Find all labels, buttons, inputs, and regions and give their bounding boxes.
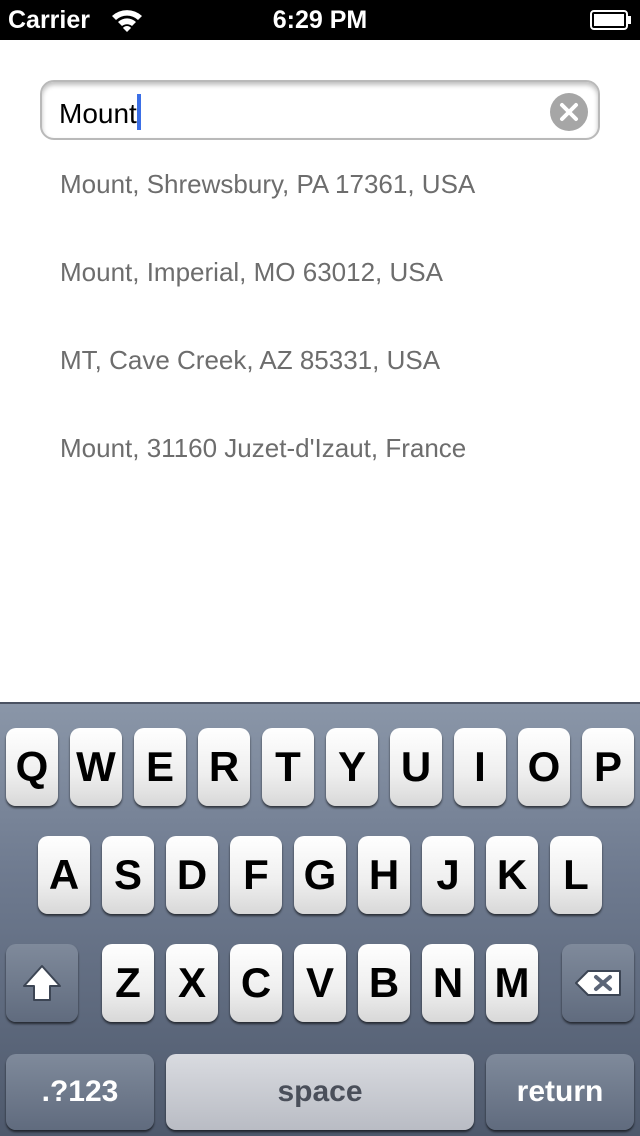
key-j[interactable]: J <box>422 836 474 914</box>
key-w[interactable]: W <box>70 728 122 806</box>
space-key[interactable]: space <box>166 1054 474 1130</box>
key-c[interactable]: C <box>230 944 282 1022</box>
status-bar: Carrier 6:29 PM <box>0 0 640 40</box>
key-y[interactable]: Y <box>326 728 378 806</box>
key-a[interactable]: A <box>38 836 90 914</box>
key-d[interactable]: D <box>166 836 218 914</box>
search-input[interactable]: Mount <box>40 80 600 140</box>
key-k[interactable]: K <box>486 836 538 914</box>
key-s[interactable]: S <box>102 836 154 914</box>
suggestion-item[interactable]: Mount, 31160 Juzet-d'Izaut, France <box>60 424 620 472</box>
key-i[interactable]: I <box>454 728 506 806</box>
search-input-text: Mount <box>59 94 141 131</box>
key-h[interactable]: H <box>358 836 410 914</box>
key-n[interactable]: N <box>422 944 474 1022</box>
key-e[interactable]: E <box>134 728 186 806</box>
key-q[interactable]: Q <box>6 728 58 806</box>
key-z[interactable]: Z <box>102 944 154 1022</box>
backspace-key[interactable] <box>562 944 634 1022</box>
suggestion-item[interactable]: MT, Cave Creek, AZ 85331, USA <box>60 336 620 384</box>
numbers-key[interactable]: .?123 <box>6 1054 154 1130</box>
clear-icon[interactable] <box>550 93 588 131</box>
key-m[interactable]: M <box>486 944 538 1022</box>
key-l[interactable]: L <box>550 836 602 914</box>
backspace-icon <box>575 970 621 996</box>
key-g[interactable]: G <box>294 836 346 914</box>
shift-key[interactable] <box>6 944 78 1022</box>
search-value: Mount <box>59 98 137 129</box>
text-cursor <box>136 94 141 130</box>
key-v[interactable]: V <box>294 944 346 1022</box>
key-p[interactable]: P <box>582 728 634 806</box>
screen: Carrier 6:29 PM Mount Mount, Shrewsbury,… <box>0 0 640 1136</box>
key-b[interactable]: B <box>358 944 410 1022</box>
key-f[interactable]: F <box>230 836 282 914</box>
key-r[interactable]: R <box>198 728 250 806</box>
key-o[interactable]: O <box>518 728 570 806</box>
suggestion-item[interactable]: Mount, Shrewsbury, PA 17361, USA <box>60 160 620 208</box>
key-u[interactable]: U <box>390 728 442 806</box>
key-t[interactable]: T <box>262 728 314 806</box>
time-label: 6:29 PM <box>272 6 368 34</box>
shift-icon <box>23 965 61 1001</box>
suggestion-item[interactable]: Mount, Imperial, MO 63012, USA <box>60 248 620 296</box>
return-key[interactable]: return <box>486 1054 634 1130</box>
keyboard: Q W E R T Y U I O P A S D F G H J K L Z … <box>0 702 640 1136</box>
battery-icon <box>590 10 632 30</box>
key-x[interactable]: X <box>166 944 218 1022</box>
